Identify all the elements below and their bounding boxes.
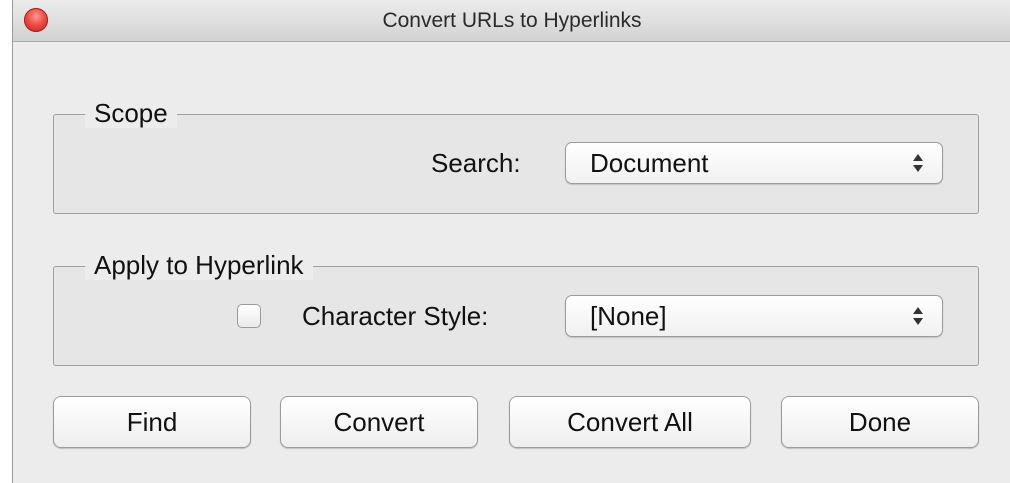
convert-button[interactable]: Convert <box>280 396 478 448</box>
character-style-checkbox[interactable] <box>237 304 261 328</box>
character-style-popup[interactable]: [None] <box>565 295 943 337</box>
find-button[interactable]: Find <box>53 396 251 448</box>
scope-legend: Scope <box>85 98 177 128</box>
convert-all-button[interactable]: Convert All <box>509 396 751 448</box>
title-bar[interactable]: Convert URLs to Hyperlinks <box>13 0 1010 42</box>
search-label: Search: <box>431 148 521 178</box>
search-popup[interactable]: Document <box>565 142 943 184</box>
search-popup-value: Document <box>590 148 709 178</box>
character-style-popup-value: [None] <box>590 301 667 331</box>
up-down-arrows-icon <box>913 154 923 172</box>
done-button[interactable]: Done <box>781 396 979 448</box>
character-style-label: Character Style: <box>302 301 489 331</box>
apply-legend: Apply to Hyperlink <box>85 250 313 280</box>
dialog-window: Convert URLs to Hyperlinks Scope Search:… <box>12 0 1010 483</box>
window-title: Convert URLs to Hyperlinks <box>382 9 642 32</box>
up-down-arrows-icon <box>913 307 923 325</box>
